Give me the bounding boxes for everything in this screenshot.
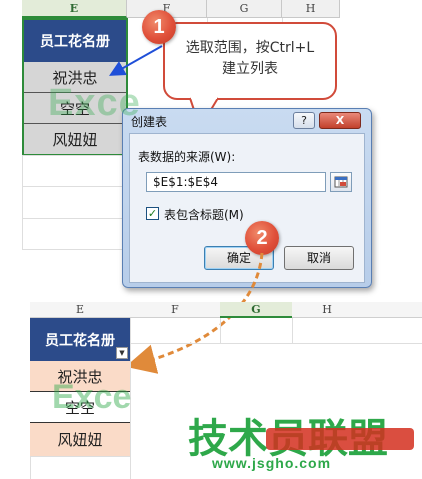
pointer-arrow-icon (109, 45, 163, 76)
column-header-g[interactable]: G (207, 0, 282, 18)
filter-dropdown-icon[interactable]: ▼ (116, 347, 128, 359)
top-row-3[interactable]: 风妞妞 (24, 124, 126, 154)
bottom-column-header-e[interactable]: E (30, 302, 130, 318)
source-range-input[interactable]: $E$1:$E$4 (146, 172, 326, 192)
column-header-h[interactable]: H (282, 0, 340, 18)
cancel-button[interactable]: 取消 (284, 246, 354, 270)
range-picker-icon (334, 176, 348, 188)
bottom-row-3[interactable]: 风妞妞 (30, 423, 130, 456)
instruction-callout: 选取范围，按Ctrl+L 建立列表 (163, 22, 337, 100)
has-headers-checkbox[interactable]: ✓ (146, 207, 159, 220)
top-row-2[interactable]: 空空 (24, 93, 126, 124)
close-button[interactable]: X (319, 112, 361, 129)
help-button[interactable]: ? (293, 112, 315, 129)
bottom-column-header-f[interactable]: F (130, 302, 220, 318)
has-headers-label: 表包含标题(M) (164, 208, 244, 222)
callout-line-1: 选取范围，按Ctrl+L (185, 40, 315, 56)
bottom-row-2[interactable]: 空空 (30, 392, 130, 423)
source-label: 表数据的来源(W): (138, 150, 236, 164)
top-column-headers: E F G H (22, 0, 340, 18)
column-header-e[interactable]: E (22, 0, 127, 18)
step-badge-1: 1 (142, 10, 176, 44)
watermark-url: www.jsgho.com (212, 455, 332, 471)
bottom-header-cell[interactable]: 员工花名册 (30, 318, 130, 361)
bottom-row-1[interactable]: 祝洪忠 (30, 361, 130, 392)
range-picker-button[interactable] (330, 172, 352, 192)
dialog-title: 创建表 (131, 115, 168, 129)
watermark-red-banner (266, 428, 414, 450)
callout-line-2: 建立列表 (222, 61, 278, 77)
bottom-column-header-h[interactable]: H (292, 302, 362, 318)
bottom-column-header-g[interactable]: G (220, 302, 292, 318)
